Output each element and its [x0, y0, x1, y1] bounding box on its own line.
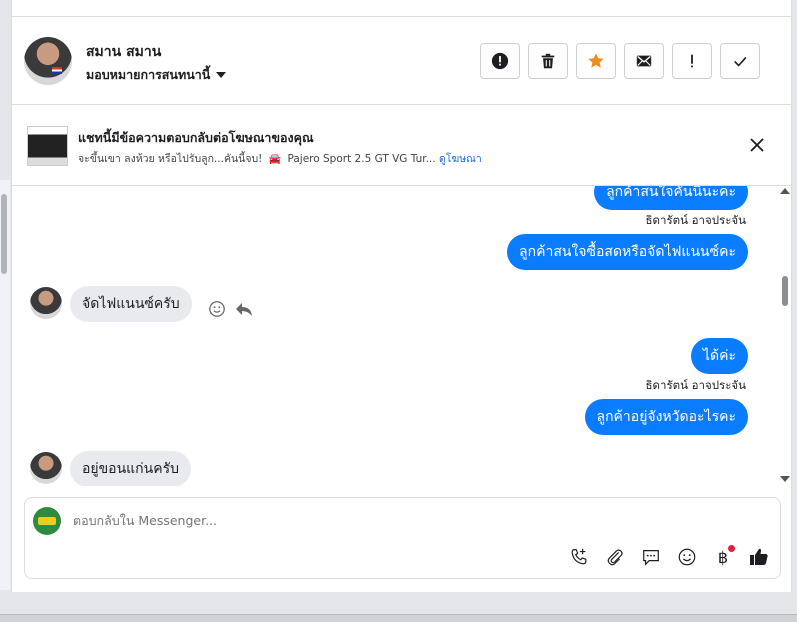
ad-subtitle-tail: Pajero Sport 2.5 GT VG Tur...	[287, 153, 436, 165]
mark-done-button[interactable]	[720, 43, 760, 79]
conversation-header: สมาน สมาน มอบหมายการสนทนานี้	[12, 17, 791, 105]
thread-scrollbar-thumb[interactable]	[782, 276, 788, 306]
report-button[interactable]	[480, 43, 520, 79]
like-button[interactable]	[747, 545, 771, 569]
car-icon: 🚘	[268, 154, 282, 165]
close-banner-button[interactable]	[746, 134, 768, 156]
message-bubble-incoming[interactable]: จัดไฟแนนซ์ครับ	[70, 286, 192, 322]
chat-bubble-icon	[643, 550, 659, 566]
ad-banner-subtitle: จะขึ้นเขา ลงห้วย หรือไปรับลูก...คันนี้จบ…	[78, 150, 482, 167]
saved-replies-button[interactable]	[639, 545, 663, 569]
report-icon	[491, 52, 509, 70]
mark-unread-button[interactable]	[624, 43, 664, 79]
check-icon	[734, 56, 747, 67]
payment-button[interactable]: ฿	[711, 545, 735, 569]
ad-reply-banner: แชทนี้มีข้อความตอบกลับต่อโฆษณาของคุณ จะข…	[12, 106, 791, 186]
sender-name: ธิดารัตน์ อาจประจัน	[645, 378, 746, 392]
page-scrollbar[interactable]	[0, 180, 10, 590]
scroll-up-arrow-icon[interactable]	[780, 188, 790, 194]
reply-input[interactable]	[73, 513, 673, 528]
paperclip-icon	[607, 549, 623, 566]
important-icon	[691, 54, 693, 68]
sender-name: ธิดารัตน์ อาจประจัน	[645, 213, 746, 227]
message-bubble-outgoing[interactable]: ได้ค่ะ	[690, 338, 748, 374]
app-root: สมาน สมาน มอบหมายการสนทนานี้ แชทนี้มีข้อ…	[0, 0, 797, 622]
baht-icon: ฿	[717, 547, 729, 567]
star-icon	[588, 53, 604, 68]
mail-icon	[636, 55, 652, 67]
message-bubble-outgoing[interactable]: ลูกค้าอยู่จังหวัดอะไรคะ	[584, 399, 748, 435]
page-avatar	[33, 507, 61, 535]
ad-banner-title: แชทนี้มีข้อความตอบกลับต่อโฆษณาของคุณ	[78, 130, 314, 145]
message-bubble-incoming[interactable]: อยู่ขอนแก่นครับ	[70, 451, 192, 486]
bottom-window-bar	[0, 592, 797, 622]
notification-dot	[728, 545, 735, 552]
scroll-down-arrow-icon[interactable]	[780, 476, 790, 482]
message-bubble-outgoing[interactable]: ลูกค้าสนใจคันนี้นะคะ	[594, 186, 748, 210]
assign-conversation-dropdown[interactable]: มอบหมายการสนทนานี้	[86, 65, 227, 85]
action-toolbar	[480, 43, 760, 79]
message-bubble-outgoing[interactable]: ลูกค้าสนใจซื้อสดหรือจัดไฟแนนซ์คะ	[507, 234, 748, 270]
contact-avatar-small[interactable]	[30, 452, 62, 484]
attach-button[interactable]	[603, 545, 627, 569]
assign-label: มอบหมายการสนทนานี้	[86, 67, 211, 82]
page-scrollbar-thumb[interactable]	[1, 194, 7, 274]
contact-avatar-small[interactable]	[30, 287, 62, 319]
ad-thumbnail[interactable]	[27, 126, 68, 166]
conversation-panel: สมาน สมาน มอบหมายการสนทนานี้ แชทนี้มีข้อ…	[11, 0, 792, 592]
close-icon	[750, 138, 764, 152]
call-button[interactable]	[567, 545, 591, 569]
trash-icon	[541, 53, 555, 69]
thumbs-up-icon	[750, 548, 768, 565]
message-thread: ลูกค้าสนใจคันนี้นะคะ ธิดารัตน์ อาจประจัน…	[12, 186, 778, 486]
delete-button[interactable]	[528, 43, 568, 79]
view-ad-link[interactable]: ดูโฆษณา	[439, 153, 482, 165]
contact-name[interactable]: สมาน สมาน	[86, 41, 161, 63]
emoji-react-icon[interactable]	[208, 300, 226, 318]
horizontal-scrollbar[interactable]	[0, 614, 797, 622]
mark-important-button[interactable]	[672, 43, 712, 79]
star-button[interactable]	[576, 43, 616, 79]
ad-subtitle-text: จะขึ้นเขา ลงห้วย หรือไปรับลูก...คันนี้จบ…	[78, 153, 263, 165]
message-tools	[208, 299, 254, 319]
phone-add-icon	[571, 548, 587, 565]
reply-icon[interactable]	[234, 299, 254, 319]
thread-scrollbar[interactable]	[778, 186, 791, 486]
smiley-icon	[678, 548, 696, 566]
contact-avatar[interactable]	[24, 37, 72, 85]
reply-composer: ฿	[24, 497, 781, 579]
composer-toolbar: ฿	[567, 545, 771, 569]
emoji-button[interactable]	[675, 545, 699, 569]
chevron-down-icon	[216, 72, 227, 78]
